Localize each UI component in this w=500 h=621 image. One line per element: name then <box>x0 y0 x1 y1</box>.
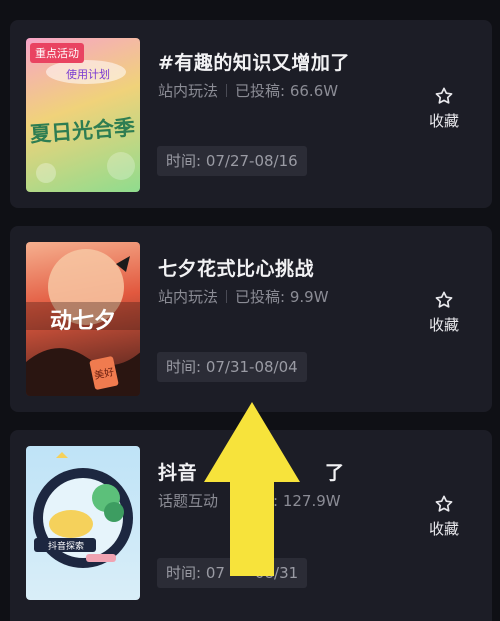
activity-meta: 站内玩法 已投稿: 66.6W <box>158 80 338 101</box>
activity-time: 时间: 07/31-08/04 <box>157 352 307 382</box>
thumbnail-art: 抖音探索 <box>33 452 133 568</box>
favorite-label: 收藏 <box>428 112 459 130</box>
activity-type: 站内玩法 <box>158 82 219 100</box>
activity-title-end: 了 <box>325 462 345 484</box>
favorite-label: 收藏 <box>428 520 459 538</box>
activity-time: 时间: 07/27-08/16 <box>157 146 307 176</box>
thumb-tag: 抖音探索 <box>48 540 84 552</box>
activity-card[interactable]: 使用计划 夏日光合季 重点活动 #有趣的知识又增加了 站内玩法 已投稿: 66.6… <box>10 20 492 208</box>
favorite-button[interactable]: 收藏 <box>420 86 468 131</box>
activity-title[interactable]: 七夕花式比心挑战 <box>158 254 314 281</box>
activity-title-start: 抖音 <box>158 462 198 484</box>
activity-type: 站内玩法 <box>158 288 219 306</box>
activity-thumbnail[interactable]: 动七夕 美好 <box>26 242 140 396</box>
star-outline-icon <box>435 291 453 308</box>
activity-card[interactable]: 动七夕 美好 七夕花式比心挑战 站内玩法 已投稿: 9.9W 时间: 07/31-… <box>10 226 492 412</box>
thumb-title: 动七夕 <box>50 308 116 334</box>
favorite-label: 收藏 <box>428 316 459 334</box>
submission-count: 已投稿: 66.6W <box>235 82 339 100</box>
thumb-title: 夏日光合季 <box>29 115 135 146</box>
meta-divider <box>226 84 228 97</box>
thumbnail-art: 动七夕 美好 <box>26 249 140 396</box>
activity-meta: 站内玩法 已投稿: 9.9W <box>158 286 329 307</box>
up-arrow-annotation <box>204 402 300 576</box>
thumb-subtitle: 使用计划 <box>66 68 110 81</box>
favorite-button[interactable]: 收藏 <box>420 494 468 539</box>
activity-thumbnail[interactable]: 使用计划 夏日光合季 重点活动 <box>26 38 140 192</box>
star-outline-icon <box>435 87 453 104</box>
activity-title[interactable]: #有趣的知识又增加了 <box>158 48 350 75</box>
meta-divider <box>226 290 228 303</box>
favorite-button[interactable]: 收藏 <box>420 290 468 335</box>
featured-badge: 重点活动 <box>30 43 84 63</box>
activity-list: 使用计划 夏日光合季 重点活动 #有趣的知识又增加了 站内玩法 已投稿: 66.6… <box>0 0 500 621</box>
star-outline-icon <box>435 495 453 512</box>
submission-count: 已投稿: 9.9W <box>235 288 329 306</box>
activity-thumbnail[interactable]: 抖音探索 <box>26 446 140 600</box>
